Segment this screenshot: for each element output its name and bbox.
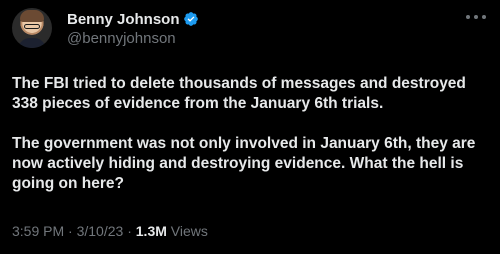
avatar-glasses xyxy=(24,24,40,29)
views-label: Views xyxy=(170,223,208,239)
more-dot xyxy=(474,15,478,19)
avatar[interactable] xyxy=(12,8,52,48)
meta-separator: · xyxy=(127,223,132,239)
tweet-time[interactable]: 3:59 PM xyxy=(12,223,64,239)
views-count: 1.3M xyxy=(135,223,167,239)
tweet-date[interactable]: 3/10/23 xyxy=(77,223,124,239)
author-display-name[interactable]: Benny Johnson xyxy=(67,11,180,28)
tweet-meta: 3:59 PM · 3/10/23 · 1.3M Views xyxy=(12,223,208,239)
avatar-hair xyxy=(20,10,44,22)
more-dot xyxy=(482,15,486,19)
tweet-text: The FBI tried to delete thousands of mes… xyxy=(12,74,488,194)
meta-separator: · xyxy=(68,223,73,239)
author-names: Benny Johnson @bennyjohnson xyxy=(67,10,199,47)
avatar-shirt xyxy=(18,38,46,48)
verified-badge-icon xyxy=(183,12,198,26)
tweet-card: Benny Johnson @bennyjohnson The FBI trie… xyxy=(0,0,500,254)
tweet-header: Benny Johnson @bennyjohnson xyxy=(12,8,199,48)
tweet-paragraph: The government was not only involved in … xyxy=(12,135,476,192)
more-dot xyxy=(466,15,470,19)
display-name-row: Benny Johnson xyxy=(67,10,199,28)
more-options-icon[interactable] xyxy=(466,14,486,20)
tweet-paragraph: The FBI tried to delete thousands of mes… xyxy=(12,75,466,112)
author-handle[interactable]: @bennyjohnson xyxy=(67,30,199,47)
